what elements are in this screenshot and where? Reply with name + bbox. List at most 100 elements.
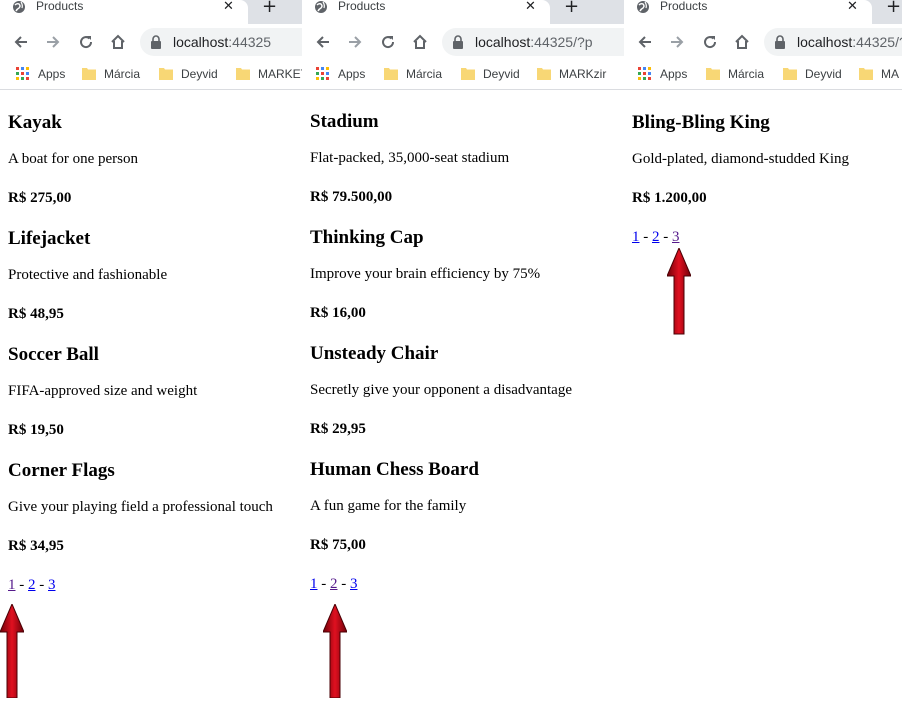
page-separator: - (639, 229, 652, 245)
globe-icon (13, 1, 25, 13)
bookmark-label: Deyvid (181, 67, 218, 81)
page-link-1[interactable]: 1 (310, 576, 318, 592)
back-icon[interactable] (314, 33, 332, 51)
url-path: :44325 (228, 34, 272, 50)
page-link-3[interactable]: 3 (672, 229, 680, 245)
tab-products[interactable]: Products ✕ (302, 0, 550, 24)
page-link-1[interactable]: 1 (632, 229, 640, 245)
product-item: Stadium Flat-packed, 35,000-seat stadium… (310, 111, 624, 206)
product-item: Corner Flags Give your playing field a p… (8, 460, 302, 555)
page-separator: - (317, 576, 330, 592)
bookmark-label: Márcia (406, 67, 443, 81)
tab-strip: Products ✕ + (624, 0, 902, 24)
product-list: Stadium Flat-packed, 35,000-seat stadium… (310, 90, 624, 593)
url-host: localhost (475, 34, 531, 50)
bookmark-label: Deyvid (483, 67, 520, 81)
tab-strip: Products ✕ + (0, 0, 302, 24)
page-separator: - (337, 576, 350, 592)
product-description: A fun game for the family (310, 498, 467, 514)
product-description: Give your playing field a professional t… (8, 499, 273, 515)
address-bar[interactable]: localhost:44325/?p (442, 28, 624, 56)
product-price: R$ 29,95 (310, 421, 366, 437)
home-icon[interactable] (109, 33, 127, 51)
product-item: Thinking Cap Improve your brain efficien… (310, 227, 624, 322)
toolbar: localhost:44325/?p (302, 24, 624, 60)
url-path: :44325/? (852, 34, 902, 50)
product-item: Kayak A boat for one person R$ 275,00 (8, 112, 302, 207)
product-item: Lifejacket Protective and fashionable R$… (8, 228, 302, 323)
address-bar[interactable]: localhost:44325/? (764, 28, 902, 56)
bookmark-label: Márcia (104, 67, 141, 81)
apps-icon (316, 67, 330, 81)
new-tab-button[interactable]: + (886, 0, 901, 16)
product-item: Soccer Ball FIFA-approved size and weigh… (8, 344, 302, 439)
product-description: Gold-plated, diamond-studded King (632, 151, 850, 167)
tab-title: Products (338, 0, 386, 13)
home-icon[interactable] (411, 33, 429, 51)
bookmark-label: Márcia (728, 67, 765, 81)
address-bar[interactable]: localhost:44325 (140, 28, 302, 56)
product-name: Human Chess Board (310, 459, 479, 480)
folder-icon (159, 68, 173, 80)
new-tab-button[interactable]: + (262, 0, 277, 16)
url-text: localhost:44325/?p (475, 34, 593, 50)
bookmarks-bar: Apps Márcia Deyvid MA (624, 60, 902, 90)
tab-title: Products (660, 0, 708, 13)
bookmark-label: Deyvid (805, 67, 842, 81)
folder-icon (236, 68, 250, 80)
close-tab-icon[interactable]: ✕ (223, 0, 234, 15)
reload-icon[interactable] (379, 33, 397, 51)
page-link-3[interactable]: 3 (48, 577, 56, 593)
product-item: Unsteady Chair Secretly give your oppone… (310, 343, 624, 438)
new-tab-button[interactable]: + (564, 0, 579, 16)
tab-products[interactable]: Products ✕ (624, 0, 872, 24)
bookmark-label: MARKzir (559, 67, 607, 81)
reload-icon[interactable] (77, 33, 95, 51)
page-link-1[interactable]: 1 (8, 577, 16, 593)
browser-window-page-3: Products ✕ + localhost:44325/? Apps Márc… (624, 0, 902, 706)
url-path: :44325/?p (530, 34, 593, 50)
forward-icon[interactable] (44, 33, 62, 51)
product-description: Secretly give your opponent a disadvanta… (310, 382, 573, 398)
product-name: Lifejacket (8, 228, 91, 249)
product-description: A boat for one person (8, 151, 138, 167)
globe-icon (315, 1, 327, 13)
forward-icon[interactable] (346, 33, 364, 51)
page-link-2[interactable]: 2 (652, 229, 660, 245)
page-link-3[interactable]: 3 (350, 576, 358, 592)
close-tab-icon[interactable]: ✕ (525, 0, 536, 15)
bookmark-label: MARKET (258, 67, 302, 81)
lock-icon (775, 35, 785, 49)
page-separator: - (659, 229, 672, 245)
product-name: Thinking Cap (310, 227, 424, 248)
page-link-2[interactable]: 2 (28, 577, 36, 593)
browser-window-page-2: Products ✕ + localhost:44325/?p Apps Már… (302, 0, 624, 706)
back-icon[interactable] (636, 33, 654, 51)
close-tab-icon[interactable]: ✕ (847, 0, 858, 15)
forward-icon[interactable] (668, 33, 686, 51)
product-price: R$ 79.500,00 (310, 189, 393, 205)
product-name: Kayak (8, 112, 62, 133)
page-separator: - (35, 577, 48, 593)
home-icon[interactable] (733, 33, 751, 51)
product-description: Protective and fashionable (8, 267, 168, 283)
folder-icon (82, 68, 96, 80)
red-arrow-annotation (323, 604, 347, 698)
product-description: Improve your brain efficiency by 75% (310, 266, 541, 282)
product-name: Bling-Bling King (632, 112, 770, 133)
red-arrow-annotation (0, 604, 24, 698)
product-price: R$ 19,50 (8, 422, 64, 438)
product-description: FIFA-approved size and weight (8, 383, 198, 399)
folder-icon (859, 68, 873, 80)
product-price: R$ 275,00 (8, 190, 72, 206)
back-icon[interactable] (12, 33, 30, 51)
reload-icon[interactable] (701, 33, 719, 51)
product-price: R$ 34,95 (8, 538, 64, 554)
url-text: localhost:44325/? (797, 34, 902, 50)
page-link-2[interactable]: 2 (330, 576, 338, 592)
tab-products[interactable]: Products ✕ (0, 0, 248, 24)
globe-icon (637, 1, 649, 13)
pagination: 1 - 2 - 3 (310, 575, 624, 593)
bookmark-label: Apps (660, 67, 688, 81)
apps-icon (16, 67, 30, 81)
